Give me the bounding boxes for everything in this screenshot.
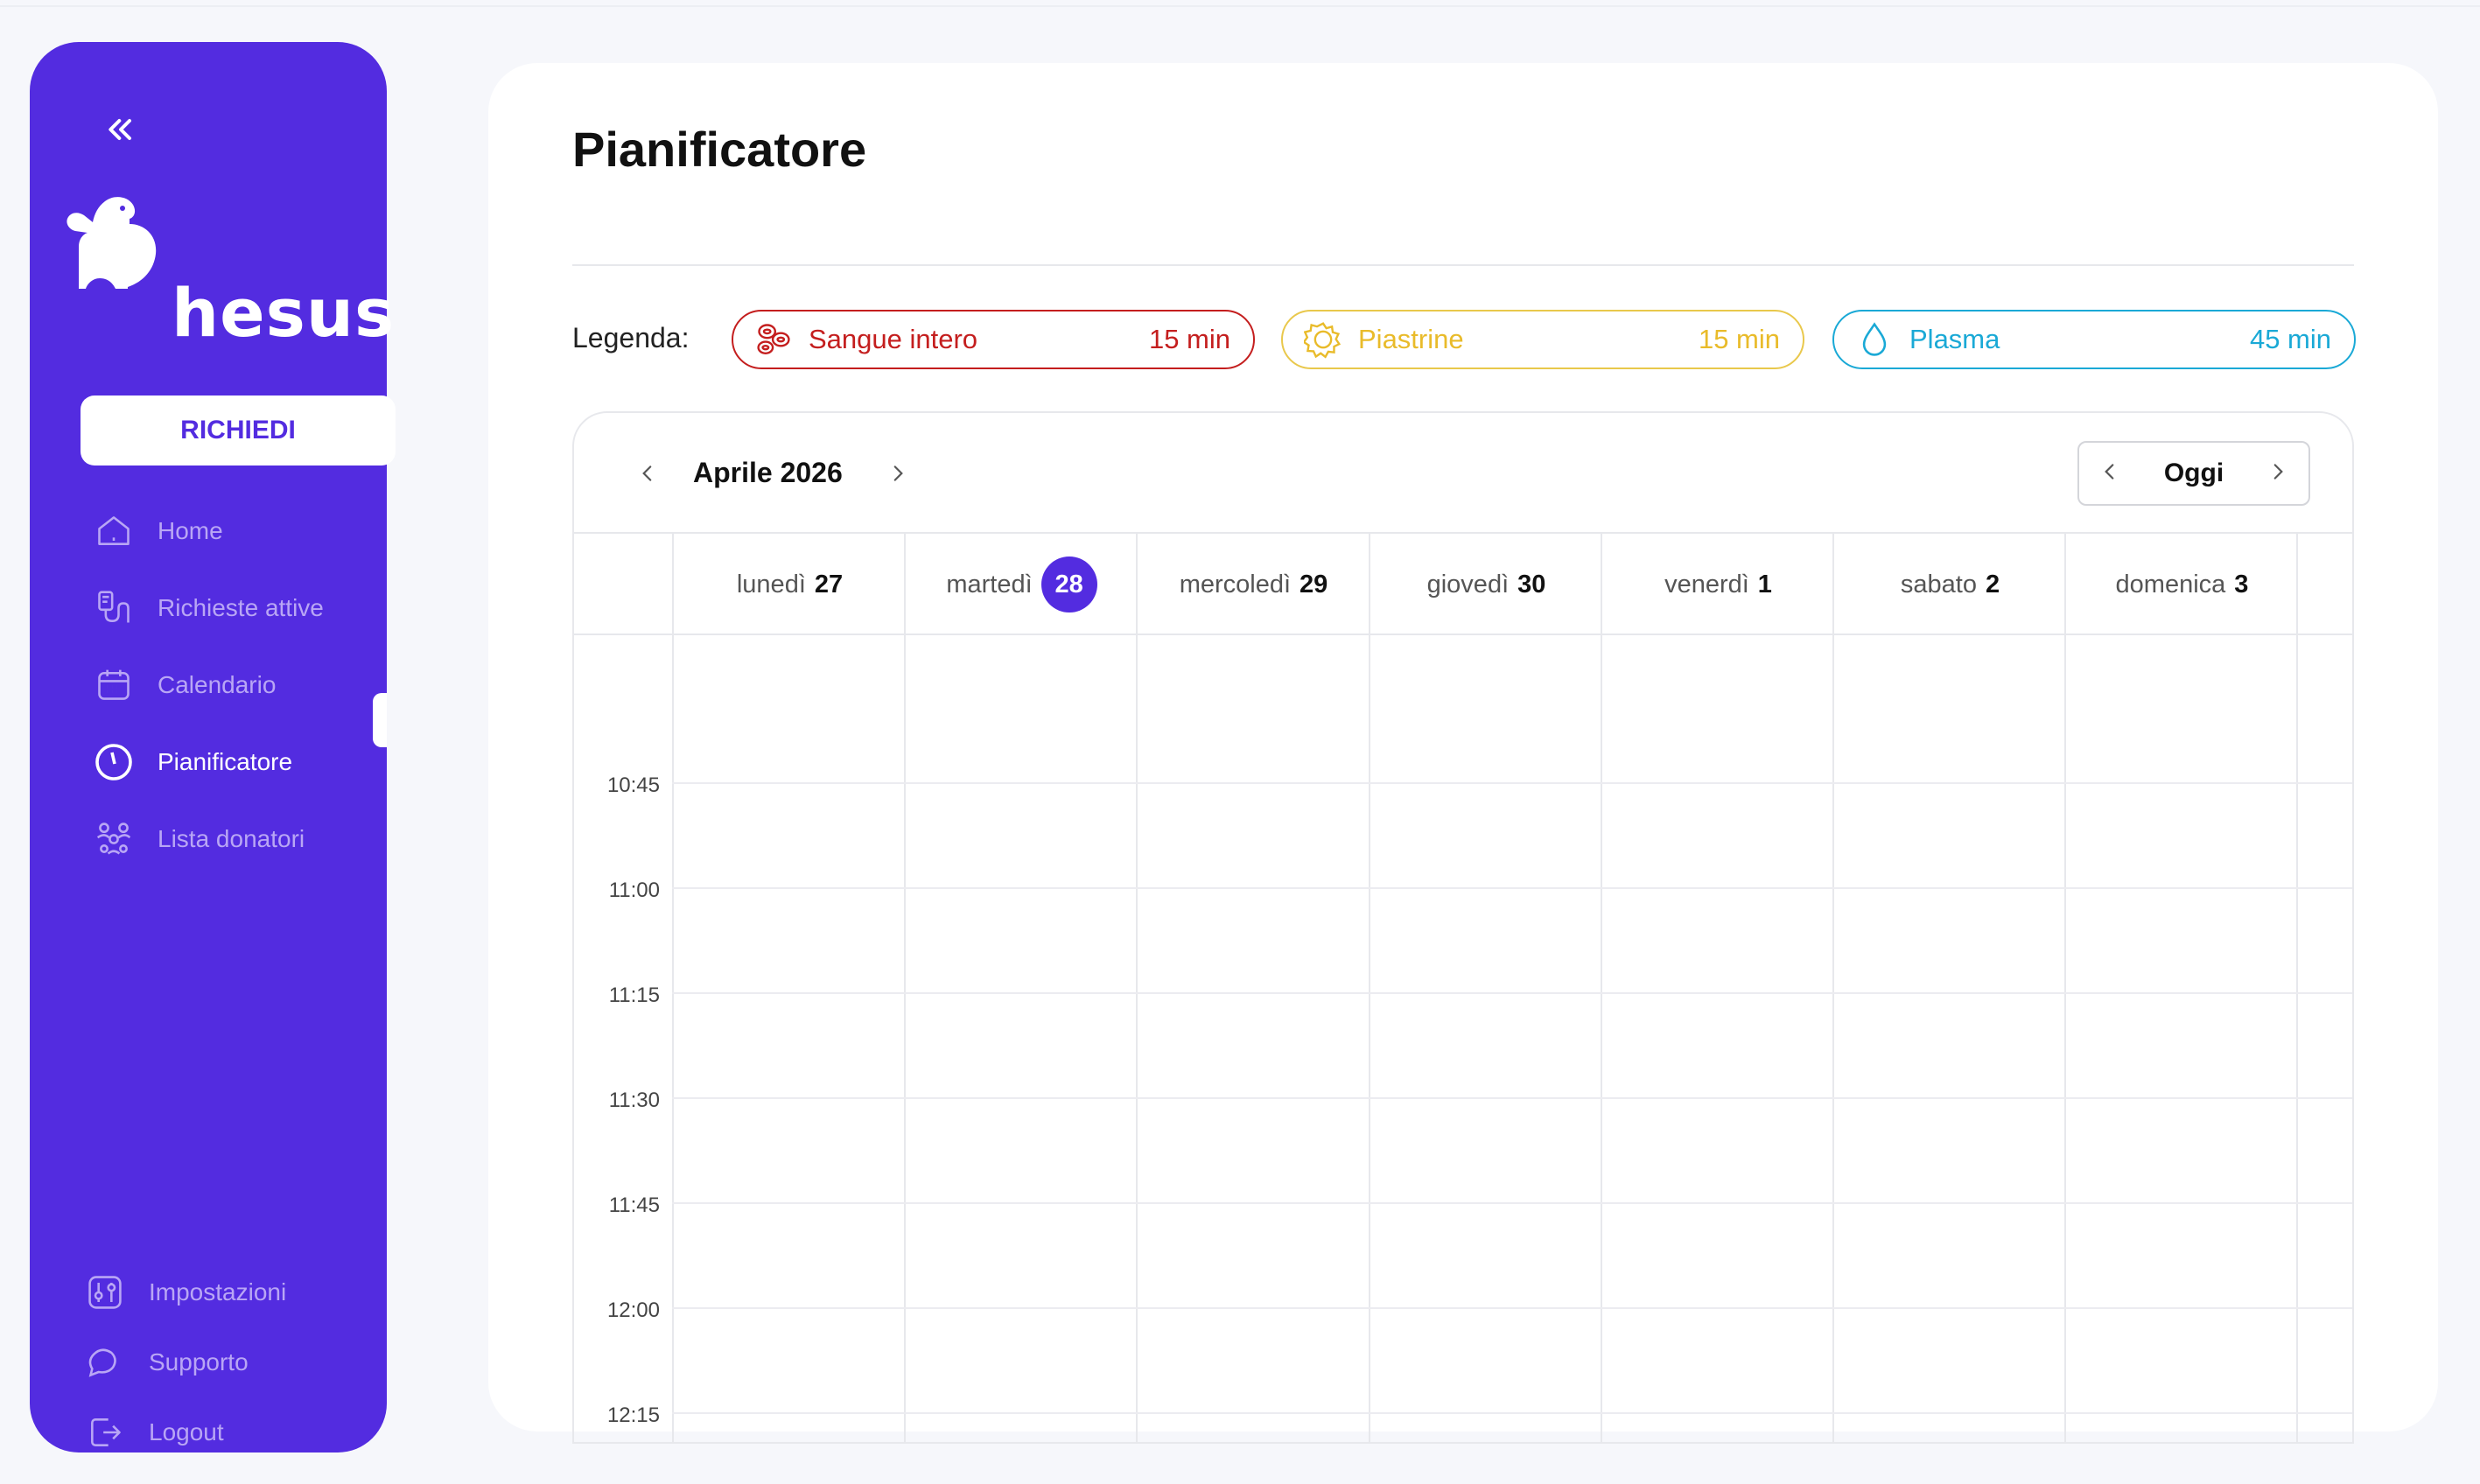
time-label: 11:45 (608, 1194, 660, 1217)
sidebar-item-supporto[interactable]: Supporto (56, 1332, 380, 1393)
grid-row-line (672, 1412, 2352, 1414)
sidebar-item-pianificatore[interactable]: Pianificatore (65, 732, 389, 793)
active-indicator (373, 693, 387, 747)
day-name: sabato (1900, 570, 1977, 598)
drop-icon (1855, 320, 1894, 359)
sidebar-item-label: Impostazioni (149, 1278, 287, 1306)
sidebar-item-impostazioni[interactable]: Impostazioni (56, 1262, 380, 1323)
divider (572, 264, 2354, 266)
logo-dog-icon (67, 197, 157, 289)
time-label: 10:45 (606, 774, 660, 797)
time-label: 11:30 (608, 1088, 660, 1112)
logo: hesus (61, 191, 394, 352)
request-button[interactable]: RICHIEDI (81, 396, 396, 466)
sidebar-item-label: Richieste attive (158, 594, 324, 621)
day-name: mercoledì (1179, 570, 1292, 598)
day-header-venerdi[interactable]: venerdì 1 (1602, 534, 1834, 635)
day-header-giovedi[interactable]: giovedì 30 (1370, 534, 1602, 635)
calendar-icon (93, 664, 135, 706)
today-button[interactable]: Oggi (2164, 458, 2224, 488)
home-icon (93, 510, 135, 552)
chevron-left-icon (642, 466, 652, 481)
sliders-icon (84, 1271, 126, 1313)
top-border (0, 5, 2480, 7)
day-name: lunedì (736, 570, 806, 598)
legend-duration: 45 min (2249, 324, 2331, 354)
day-name: domenica (2115, 570, 2226, 598)
month-title: Aprile 2026 (693, 457, 843, 488)
weekday-header: lunedì 27 martedì 28 mercoledì 29 gioved… (574, 534, 2352, 635)
blood-bag-icon (93, 587, 135, 629)
time-label: 12:00 (606, 1298, 660, 1322)
sidebar-item-label: Calendario (158, 671, 277, 698)
clock-icon (93, 741, 135, 783)
sidebar-item-logout[interactable]: Logout (56, 1402, 380, 1463)
legend-name: Sangue intero (809, 324, 978, 354)
prev-month-button[interactable] (630, 452, 665, 495)
double-chevron-left-icon (109, 119, 131, 140)
grid-row-line (672, 992, 2352, 994)
sidebar-item-calendario[interactable]: Calendario (65, 654, 389, 716)
chevron-right-icon (893, 466, 903, 481)
day-number: 2 (1985, 570, 2000, 598)
legend-item-piastrine: Piastrine 15 min (1281, 310, 1804, 369)
legend-name: Plasma (1909, 324, 2000, 354)
grid-row-line (672, 887, 2352, 889)
legend-name: Piastrine (1358, 324, 1464, 354)
day-header-domenica[interactable]: domenica 3 (2066, 534, 2298, 635)
sidebar-item-label: Lista donatori (158, 825, 305, 852)
calendar-header: Aprile 2026 Oggi (574, 413, 2352, 534)
legend-item-sangue-intero: Sangue intero 15 min (732, 310, 1255, 369)
platelet-icon (1304, 320, 1342, 359)
grid-row-line (672, 1202, 2352, 1204)
calendar: Aprile 2026 Oggi lunedì 27 martedì 28 me… (572, 411, 2354, 1444)
sidebar-item-label: Logout (149, 1418, 224, 1446)
sidebar-item-lista-donatori[interactable]: Lista donatori (65, 808, 389, 870)
time-label: 11:00 (608, 878, 660, 902)
sidebar-item-label: Home (158, 517, 223, 544)
day-name: martedì (946, 570, 1033, 598)
day-header-sabato[interactable]: sabato 2 (1834, 534, 2066, 635)
main-content: Pianificatore Legenda: Sangue intero 15 … (488, 63, 2438, 1444)
legend-duration: 15 min (1698, 324, 1780, 354)
day-number: 27 (814, 570, 844, 598)
day-number: 3 (2234, 570, 2249, 598)
chevron-right-icon (2273, 463, 2283, 480)
grid-row-line (672, 782, 2352, 784)
page-title: Pianificatore (572, 122, 867, 177)
sidebar-item-label: Supporto (149, 1348, 249, 1376)
prev-week-button[interactable] (2098, 460, 2121, 487)
next-month-button[interactable] (880, 452, 915, 495)
day-number: 30 (1517, 570, 1546, 598)
logout-icon (84, 1411, 126, 1453)
day-name: venerdì (1664, 570, 1749, 598)
day-header-mercoledi[interactable]: mercoledì 29 (1138, 534, 1370, 635)
brand-name: hesus (172, 274, 396, 352)
sidebar-item-label: Pianificatore (158, 748, 293, 775)
chevron-left-icon (2105, 463, 2114, 480)
collapse-sidebar-button[interactable] (72, 94, 168, 164)
blood-cells-icon (754, 320, 793, 359)
grid-row-line (672, 1097, 2352, 1099)
legend-label: Legenda: (572, 322, 690, 354)
day-number: 29 (1300, 570, 1328, 598)
day-number: 1 (1757, 570, 1772, 598)
day-header-lunedi[interactable]: lunedì 27 (674, 534, 906, 635)
today-navigator: Oggi (2077, 441, 2310, 506)
time-label: 12:15 (606, 1404, 660, 1427)
day-name: giovedì (1426, 570, 1510, 598)
legend-item-plasma: Plasma 45 min (1832, 310, 2356, 369)
sidebar-item-richieste-attive[interactable]: Richieste attive (65, 578, 389, 639)
legend-duration: 15 min (1148, 324, 1230, 354)
next-week-button[interactable] (2266, 460, 2289, 487)
today-badge: 28 (1040, 556, 1097, 612)
users-icon (93, 818, 135, 860)
time-label: 11:15 (608, 984, 660, 1007)
sidebar: hesus RICHIEDI Home Richieste attive Cal… (30, 42, 396, 1452)
grid-row-line (672, 1307, 2352, 1309)
day-header-martedi[interactable]: martedì 28 (906, 534, 1138, 635)
sidebar-item-home[interactable]: Home (65, 500, 389, 562)
chat-icon (84, 1341, 126, 1383)
